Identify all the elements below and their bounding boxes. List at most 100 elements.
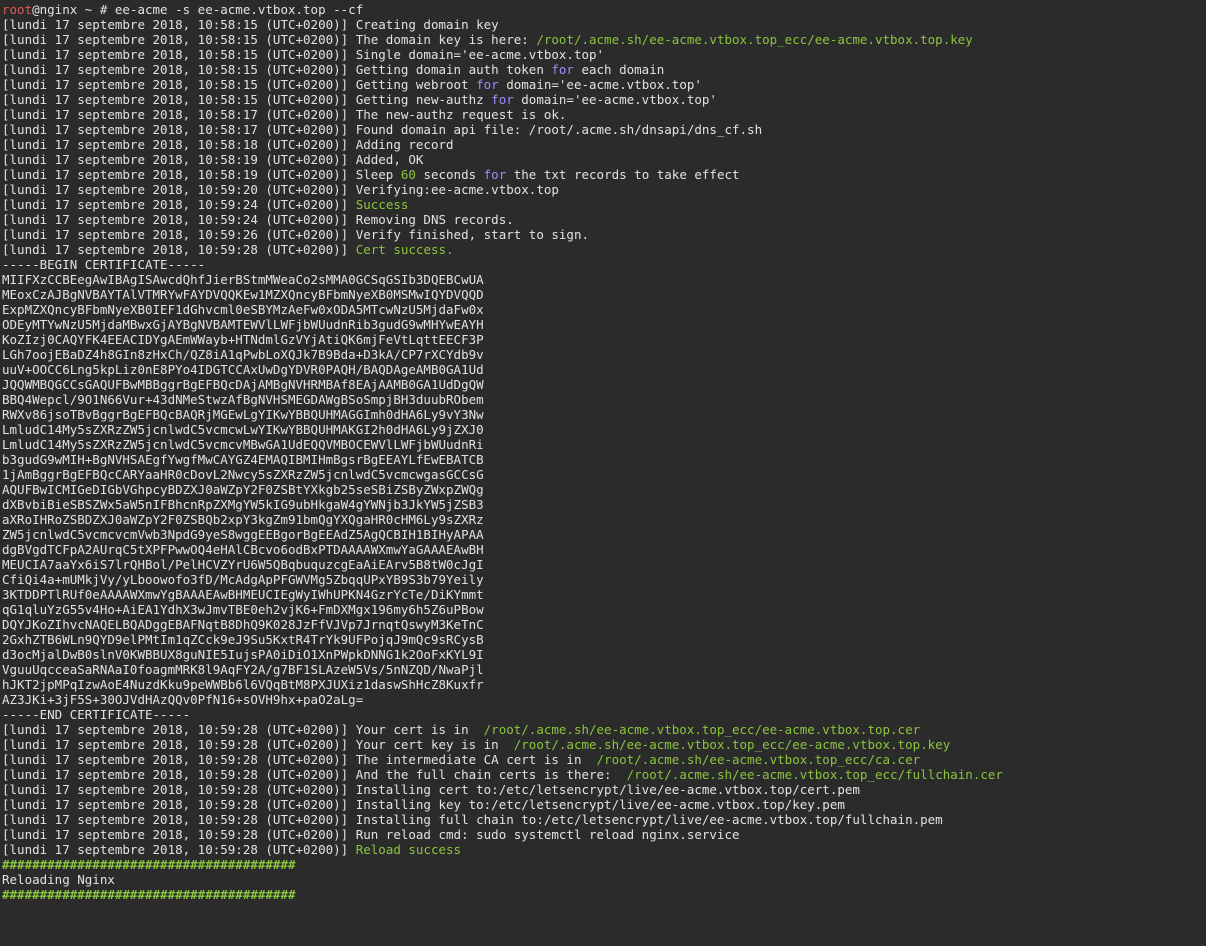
terminal-text-segment: [lundi 17 septembre 2018, 10:59:28 (UTC+… bbox=[2, 797, 845, 812]
terminal-text-segment: [lundi 17 septembre 2018, 10:59:28 (UTC+… bbox=[2, 812, 943, 827]
terminal-text-segment: for bbox=[483, 167, 507, 182]
terminal-text-segment: qG1qluYzG55v4Ho+AiEA1YdhX3wJmvTBE0eh2vjK… bbox=[2, 602, 484, 617]
terminal-line: [lundi 17 septembre 2018, 10:58:19 (UTC+… bbox=[2, 152, 1206, 167]
terminal-line: [lundi 17 septembre 2018, 10:58:15 (UTC+… bbox=[2, 17, 1206, 32]
terminal-text-segment: [lundi 17 septembre 2018, 10:59:28 (UTC+… bbox=[2, 722, 484, 737]
terminal-text-segment: AQUFBwICMIGeDIGbVGhpcyBDZXJ0aWZpY2F0ZSBt… bbox=[2, 482, 484, 497]
terminal-text-segment: KoZIzj0CAQYFK4EEACIDYgAEmWWayb+HTNdmlGzV… bbox=[2, 332, 484, 347]
terminal-window[interactable]: root@nginx ~ # ee-acme -s ee-acme.vtbox.… bbox=[0, 0, 1206, 946]
terminal-line: uuV+OOCC6Lng5kpLiz0nE8PYo4IDGTCCAxUwDgYD… bbox=[2, 362, 1206, 377]
terminal-line: [lundi 17 septembre 2018, 10:58:15 (UTC+… bbox=[2, 32, 1206, 47]
terminal-line: [lundi 17 septembre 2018, 10:58:15 (UTC+… bbox=[2, 92, 1206, 107]
terminal-line: 3KTDDPTlRUf0eAAAAWXmwYgBAAAEAwBHMEUCIEgW… bbox=[2, 587, 1206, 602]
terminal-line: [lundi 17 septembre 2018, 10:59:24 (UTC+… bbox=[2, 212, 1206, 227]
terminal-line: [lundi 17 septembre 2018, 10:59:28 (UTC+… bbox=[2, 767, 1206, 782]
terminal-line: d3ocMjalDwB0slnV0KWBBUX8guNIE5IujsPA0iDi… bbox=[2, 647, 1206, 662]
terminal-line: [lundi 17 septembre 2018, 10:59:28 (UTC+… bbox=[2, 827, 1206, 842]
terminal-text-segment: [lundi 17 septembre 2018, 10:58:19 (UTC+… bbox=[2, 167, 401, 182]
terminal-line: KoZIzj0CAQYFK4EEACIDYgAEmWWayb+HTNdmlGzV… bbox=[2, 332, 1206, 347]
terminal-line: [lundi 17 septembre 2018, 10:58:15 (UTC+… bbox=[2, 62, 1206, 77]
terminal-text-segment: BBQ4Wepcl/9O1N66Vur+43dNMeStwzAfBgNVHSME… bbox=[2, 392, 484, 407]
terminal-text-segment: ####################################### bbox=[2, 857, 296, 872]
terminal-line: b3gudG9wMIH+BgNVHSAEgfYwgfMwCAYGZ4EMAQIB… bbox=[2, 452, 1206, 467]
terminal-line: MEoxCzAJBgNVBAYTAlVTMRYwFAYDVQQKEw1MZXQn… bbox=[2, 287, 1206, 302]
terminal-text-segment: domain='ee-acme.vtbox.top' bbox=[498, 77, 702, 92]
terminal-text-segment: [lundi 17 septembre 2018, 10:58:19 (UTC+… bbox=[2, 152, 424, 167]
terminal-line: -----END CERTIFICATE----- bbox=[2, 707, 1206, 722]
terminal-line: LmludC14My5sZXRzZW5jcnlwdC5vcmcwLwYIKwYB… bbox=[2, 422, 1206, 437]
terminal-text-segment: LmludC14My5sZXRzZW5jcnlwdC5vcmcwLwYIKwYB… bbox=[2, 422, 484, 437]
terminal-line: AZ3JKi+3jF5S+30OJVdHAzQQv0PfN16+sOVH9hx+… bbox=[2, 692, 1206, 707]
terminal-text-segment: DQYJKoZIhvcNAQELBQADggEBAFNqtB8DhQ9K028J… bbox=[2, 617, 484, 632]
terminal-text-segment: [lundi 17 septembre 2018, 10:59:28 (UTC+… bbox=[2, 782, 860, 797]
terminal-text-segment: [lundi 17 septembre 2018, 10:58:18 (UTC+… bbox=[2, 137, 454, 152]
terminal-text-segment: CfiQi4a+mUMkjVy/yLboowofo3fD/McAdgApPFGW… bbox=[2, 572, 484, 587]
terminal-text-segment: /root/.acme.sh/ee-acme.vtbox.top_ecc/ful… bbox=[626, 767, 1003, 782]
terminal-text-segment: MIIFXzCCBEegAwIBAgISAwcdQhfJierBStmMWeaC… bbox=[2, 272, 484, 287]
terminal-text-segment: [lundi 17 septembre 2018, 10:59:28 (UTC+… bbox=[2, 842, 356, 857]
terminal-text-segment: 3KTDDPTlRUf0eAAAAWXmwYgBAAAEAwBHMEUCIEgW… bbox=[2, 587, 484, 602]
terminal-line: [lundi 17 septembre 2018, 10:58:19 (UTC+… bbox=[2, 167, 1206, 182]
terminal-line: MIIFXzCCBEegAwIBAgISAwcdQhfJierBStmMWeaC… bbox=[2, 272, 1206, 287]
terminal-line: [lundi 17 septembre 2018, 10:58:17 (UTC+… bbox=[2, 107, 1206, 122]
terminal-line: aXRoIHRoZSBDZXJ0aWZpY2F0ZSBQb2xpY3kgZm91… bbox=[2, 512, 1206, 527]
terminal-text-segment: 1jAmBggrBgEFBQcCARYaaHR0cDovL2Nwcy5sZXRz… bbox=[2, 467, 484, 482]
terminal-line: 1jAmBggrBgEFBQcCARYaaHR0cDovL2Nwcy5sZXRz… bbox=[2, 467, 1206, 482]
terminal-text-segment: [lundi 17 septembre 2018, 10:58:15 (UTC+… bbox=[2, 32, 537, 47]
terminal-text-segment: Success bbox=[355, 197, 409, 212]
terminal-text-segment: [lundi 17 septembre 2018, 10:59:26 (UTC+… bbox=[2, 227, 589, 242]
terminal-line: AQUFBwICMIGeDIGbVGhpcyBDZXJ0aWZpY2F0ZSBt… bbox=[2, 482, 1206, 497]
terminal-text-segment: 60 bbox=[400, 167, 416, 182]
terminal-text-segment: [lundi 17 septembre 2018, 10:58:15 (UTC+… bbox=[2, 62, 552, 77]
terminal-line: ExpMZXQncyBFbmNyeXB0IEF1dGhvcml0eSBYMzAe… bbox=[2, 302, 1206, 317]
terminal-text-segment: dXBvbiBieSBSZWx5aW5nIFBhcnRpZXMgYW5kIG9u… bbox=[2, 497, 484, 512]
terminal-text-segment: d3ocMjalDwB0slnV0KWBBUX8guNIE5IujsPA0iDi… bbox=[2, 647, 484, 662]
terminal-line: ####################################### bbox=[2, 857, 1206, 872]
terminal-line: [lundi 17 septembre 2018, 10:59:28 (UTC+… bbox=[2, 752, 1206, 767]
terminal-line: LmludC14My5sZXRzZW5jcnlwdC5vcmcvMBwGA1Ud… bbox=[2, 437, 1206, 452]
terminal-line: [lundi 17 septembre 2018, 10:58:17 (UTC+… bbox=[2, 122, 1206, 137]
terminal-text-segment: [lundi 17 septembre 2018, 10:59:28 (UTC+… bbox=[2, 737, 514, 752]
terminal-text-segment: b3gudG9wMIH+BgNVHSAEgfYwgfMwCAYGZ4EMAQIB… bbox=[2, 452, 484, 467]
terminal-text-segment: MEUCIA7aaYx6iS7lrQHBol/PelHCVZYrU6W5QBqb… bbox=[2, 557, 484, 572]
terminal-line: root@nginx ~ # ee-acme -s ee-acme.vtbox.… bbox=[2, 2, 1206, 17]
terminal-text-segment: [lundi 17 septembre 2018, 10:58:17 (UTC+… bbox=[2, 107, 567, 122]
terminal-text-segment: uuV+OOCC6Lng5kpLiz0nE8PYo4IDGTCCAxUwDgYD… bbox=[2, 362, 484, 377]
terminal-text-segment: @nginx ~ # ee-acme -s ee-acme.vtbox.top … bbox=[32, 2, 364, 17]
terminal-line: ####################################### bbox=[2, 887, 1206, 902]
terminal-text-segment: 2GxhZTB6WLn9QYD9elPMtIm1qZCck9eJ9Su5KxtR… bbox=[2, 632, 484, 647]
terminal-text-segment: JQQWMBQGCCsGAQUFBwMBBggrBgEFBQcDAjAMBgNV… bbox=[2, 377, 484, 392]
terminal-line: -----BEGIN CERTIFICATE----- bbox=[2, 257, 1206, 272]
terminal-text-segment: each domain bbox=[573, 62, 665, 77]
terminal-text-segment: seconds bbox=[415, 167, 484, 182]
terminal-text-segment: [lundi 17 septembre 2018, 10:59:28 (UTC+… bbox=[2, 242, 356, 257]
terminal-text-segment: [lundi 17 septembre 2018, 10:58:17 (UTC+… bbox=[2, 122, 763, 137]
terminal-text-segment: aXRoIHRoZSBDZXJ0aWZpY2F0ZSBQb2xpY3kgZm91… bbox=[2, 512, 484, 527]
terminal-text-segment: for bbox=[551, 62, 574, 77]
terminal-text-segment: VguuUqcceaSaRNAaI0foagmMRK8l9AqFY2A/g7BF… bbox=[2, 662, 484, 677]
terminal-text-segment: ExpMZXQncyBFbmNyeXB0IEF1dGhvcml0eSBYMzAe… bbox=[2, 302, 484, 317]
terminal-line: [lundi 17 septembre 2018, 10:59:24 (UTC+… bbox=[2, 197, 1206, 212]
terminal-text-segment: [lundi 17 septembre 2018, 10:59:20 (UTC+… bbox=[2, 182, 559, 197]
terminal-line: ZW5jcnlwdC5vcmcvcmVwb3NpdG9yeS8wggEEBgor… bbox=[2, 527, 1206, 542]
terminal-text-segment: [lundi 17 septembre 2018, 10:58:15 (UTC+… bbox=[2, 92, 492, 107]
terminal-line: BBQ4Wepcl/9O1N66Vur+43dNMeStwzAfBgNVHSME… bbox=[2, 392, 1206, 407]
terminal-line: [lundi 17 septembre 2018, 10:59:28 (UTC+… bbox=[2, 737, 1206, 752]
terminal-line: [lundi 17 septembre 2018, 10:58:15 (UTC+… bbox=[2, 77, 1206, 92]
terminal-line: LGh7oojEBaDZ4h8GIn8zHxCh/QZ8iA1qPwbLoXQJ… bbox=[2, 347, 1206, 362]
terminal-line: Reloading Nginx bbox=[2, 872, 1206, 887]
terminal-text-segment: Cert success. bbox=[355, 242, 454, 257]
terminal-text-segment: MEoxCzAJBgNVBAYTAlVTMRYwFAYDVQQKEw1MZXQn… bbox=[2, 287, 484, 302]
terminal-line: dgBVgdTCFpA2AUrqC5tXPFPwwOQ4eHAlCBcvo6od… bbox=[2, 542, 1206, 557]
terminal-text-segment: [lundi 17 septembre 2018, 10:58:15 (UTC+… bbox=[2, 17, 499, 32]
terminal-line: [lundi 17 septembre 2018, 10:59:28 (UTC+… bbox=[2, 722, 1206, 737]
terminal-text-segment: for bbox=[476, 77, 499, 92]
terminal-text-segment: dgBVgdTCFpA2AUrqC5tXPFPwwOQ4eHAlCBcvo6od… bbox=[2, 542, 484, 557]
terminal-line: [lundi 17 septembre 2018, 10:59:28 (UTC+… bbox=[2, 812, 1206, 827]
terminal-text-segment: -----BEGIN CERTIFICATE----- bbox=[2, 257, 206, 272]
terminal-text-segment: LGh7oojEBaDZ4h8GIn8zHxCh/QZ8iA1qPwbLoXQJ… bbox=[2, 347, 484, 362]
terminal-text-segment: /root/.acme.sh/ee-acme.vtbox.top_ecc/ca.… bbox=[596, 752, 921, 767]
terminal-line: [lundi 17 septembre 2018, 10:58:18 (UTC+… bbox=[2, 137, 1206, 152]
terminal-line: [lundi 17 septembre 2018, 10:59:28 (UTC+… bbox=[2, 842, 1206, 857]
terminal-text-segment: AZ3JKi+3jF5S+30OJVdHAzQQv0PfN16+sOVH9hx+… bbox=[2, 692, 364, 707]
